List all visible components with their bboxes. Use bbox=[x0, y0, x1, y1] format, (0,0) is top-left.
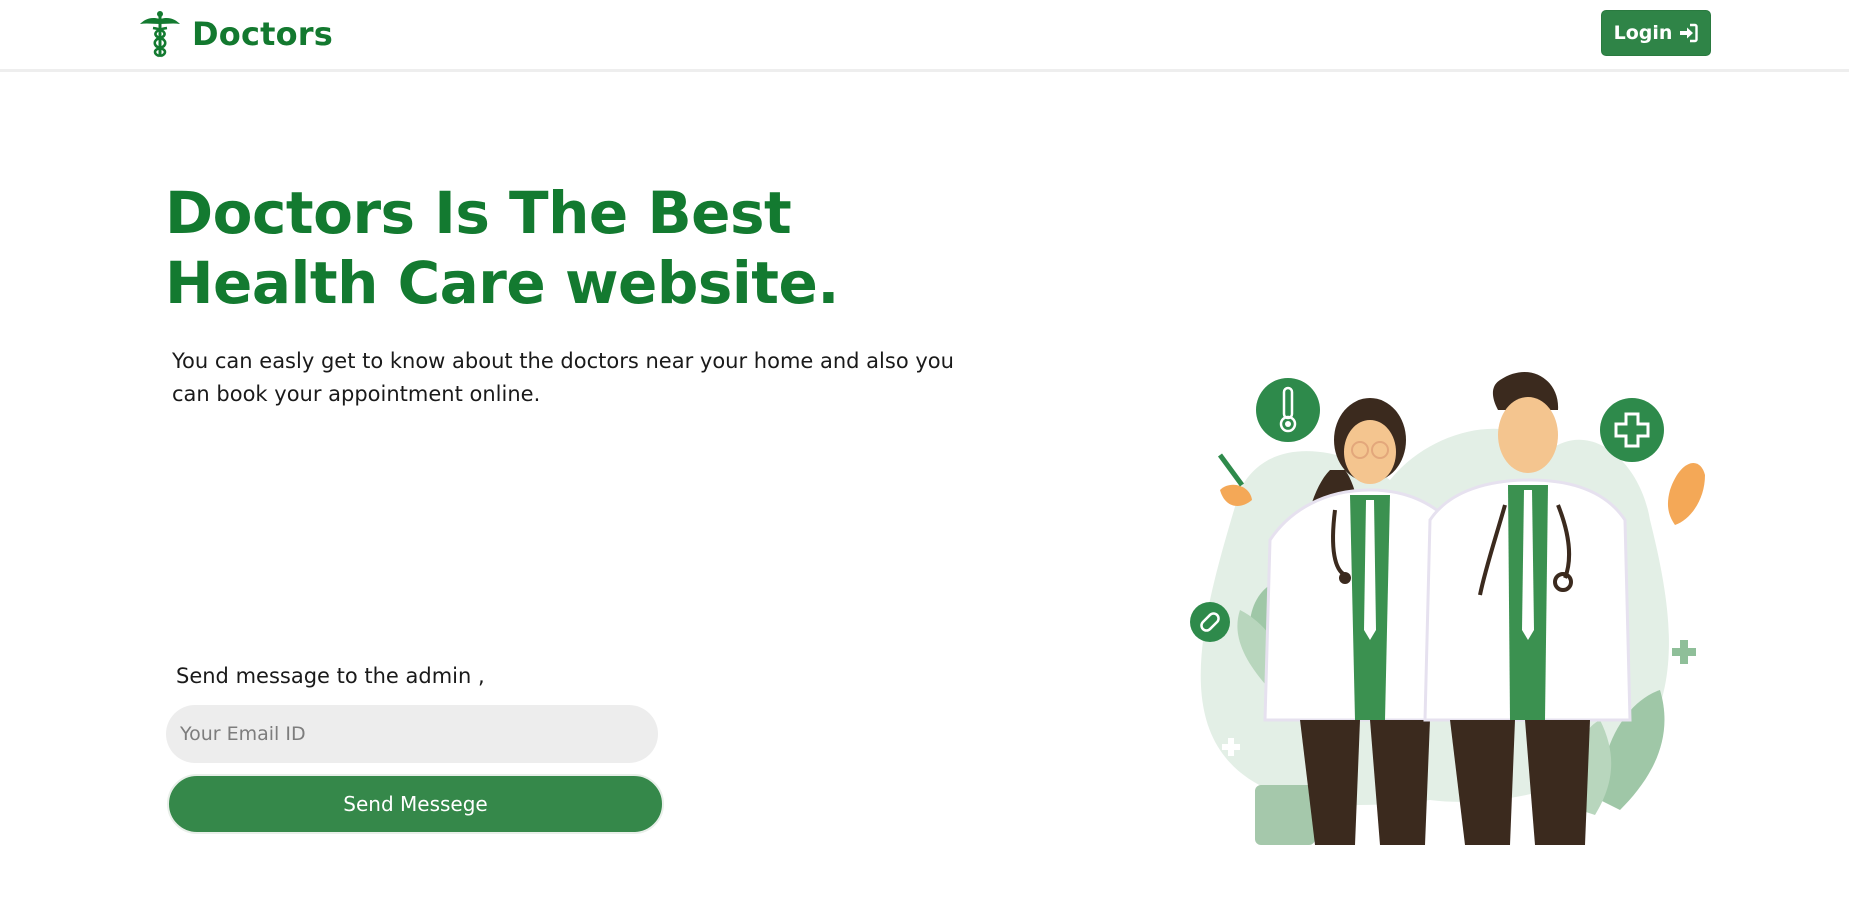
sign-in-icon bbox=[1680, 23, 1699, 43]
medical-cross-icon bbox=[1600, 398, 1664, 462]
login-label: Login bbox=[1613, 22, 1673, 44]
brand-name: Doctors bbox=[192, 15, 334, 53]
brand-link[interactable]: Doctors bbox=[138, 10, 333, 58]
navbar: Doctors Login bbox=[0, 0, 1849, 72]
login-button[interactable]: Login bbox=[1601, 10, 1711, 56]
hero-subtitle: You can easly get to know about the doct… bbox=[172, 349, 954, 406]
email-field[interactable] bbox=[166, 705, 658, 763]
thermometer-icon bbox=[1256, 378, 1320, 442]
pill-icon bbox=[1190, 602, 1230, 642]
caduceus-icon bbox=[140, 11, 180, 58]
doctors-illustration bbox=[1190, 371, 1705, 845]
send-message-button[interactable]: Send Messege bbox=[167, 774, 664, 834]
hero-title: Doctors Is The Best Health Care website. bbox=[165, 179, 839, 317]
message-label: Send message to the admin , bbox=[176, 664, 485, 688]
small-cross bbox=[1672, 640, 1696, 664]
